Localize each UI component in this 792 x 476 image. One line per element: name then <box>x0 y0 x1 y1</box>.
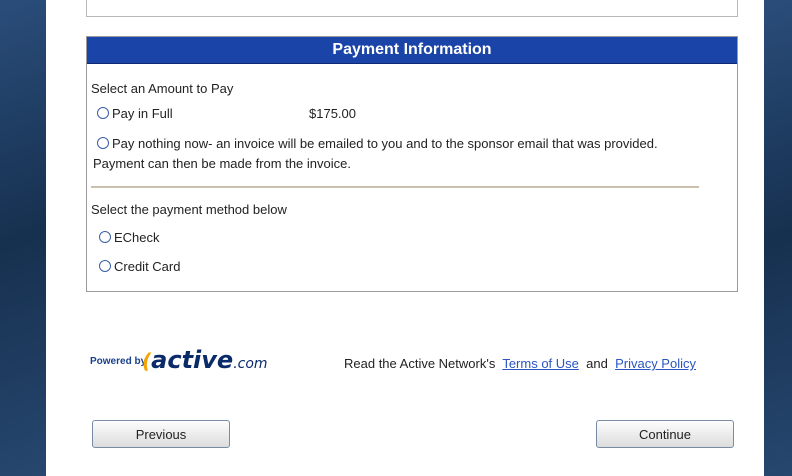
pay-in-full-label: Pay in Full <box>112 106 173 121</box>
content-panel: Payment Information Select an Amount to … <box>46 0 764 476</box>
pay-in-full-amount: $175.00 <box>309 106 356 121</box>
read-text: Read the Active Network's <box>344 356 496 371</box>
previous-button[interactable]: Previous <box>92 420 230 448</box>
pay-later-option[interactable]: Pay nothing now- an invoice will be emai… <box>97 136 727 151</box>
footer: Powered by (active.com Read the Active N… <box>90 346 740 380</box>
amount-label: Select an Amount to Pay <box>91 81 234 96</box>
echeck-label: ECheck <box>114 230 160 245</box>
powered-by-label: Powered by <box>90 356 147 367</box>
pay-later-radio[interactable] <box>97 137 109 149</box>
section-divider <box>91 186 699 188</box>
active-logo[interactable]: (active.com <box>142 346 268 374</box>
payment-information-section: Payment Information Select an Amount to … <box>86 36 738 292</box>
credit-card-label: Credit Card <box>114 259 181 274</box>
pay-later-label-line2: Payment can then be made from the invoic… <box>93 156 351 171</box>
privacy-policy-link[interactable]: Privacy Policy <box>615 356 696 371</box>
background-right <box>764 0 792 476</box>
and-text: and <box>586 356 608 371</box>
swoosh-icon: ( <box>142 349 152 373</box>
credit-card-option[interactable]: Credit Card <box>99 259 180 274</box>
pay-later-label: Pay nothing now- an invoice will be emai… <box>112 136 658 151</box>
pay-in-full-radio[interactable] <box>97 107 109 119</box>
pay-in-full-option[interactable]: Pay in Full <box>97 106 173 121</box>
method-label: Select the payment method below <box>91 202 287 217</box>
echeck-radio[interactable] <box>99 231 111 243</box>
logo-text: active <box>151 346 234 374</box>
legal-links: Read the Active Network's Terms of Use a… <box>344 356 696 371</box>
previous-section-box <box>86 0 738 17</box>
continue-button[interactable]: Continue <box>596 420 734 448</box>
logo-suffix: .com <box>233 356 268 372</box>
payment-header: Payment Information <box>87 37 737 64</box>
terms-of-use-link[interactable]: Terms of Use <box>502 356 579 371</box>
echeck-option[interactable]: ECheck <box>99 230 160 245</box>
credit-card-radio[interactable] <box>99 260 111 272</box>
background-left <box>0 0 46 476</box>
